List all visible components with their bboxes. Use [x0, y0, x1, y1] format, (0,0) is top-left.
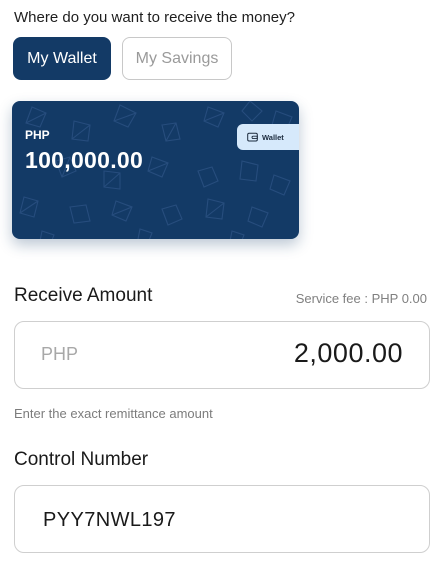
- my-savings-button[interactable]: My Savings: [122, 37, 232, 80]
- card-currency: PHP: [25, 128, 50, 142]
- receive-amount-title: Receive Amount: [14, 285, 153, 306]
- wallet-icon: [247, 132, 258, 142]
- wallet-tag: Wallet: [237, 124, 299, 150]
- control-number-title: Control Number: [14, 449, 149, 470]
- control-number-input[interactable]: PYY7NWL197: [14, 485, 430, 553]
- my-wallet-button[interactable]: My Wallet: [13, 37, 111, 80]
- service-fee: Service fee : PHP 0.00: [295, 291, 427, 306]
- wallet-card: PHP 100,000.00 Wallet: [12, 101, 299, 239]
- amount-value: 2,000.00: [293, 338, 403, 368]
- receive-question: Where do you want to receive the money?: [14, 9, 295, 26]
- amount-input[interactable]: PHP 2,000.00: [14, 321, 430, 389]
- amount-hint: Enter the exact remittance amount: [14, 406, 213, 421]
- card-balance: 100,000.00: [25, 147, 144, 173]
- amount-currency: PHP: [41, 344, 79, 364]
- wallet-tag-label: Wallet: [262, 132, 284, 142]
- control-number-value: PYY7NWL197: [43, 509, 176, 531]
